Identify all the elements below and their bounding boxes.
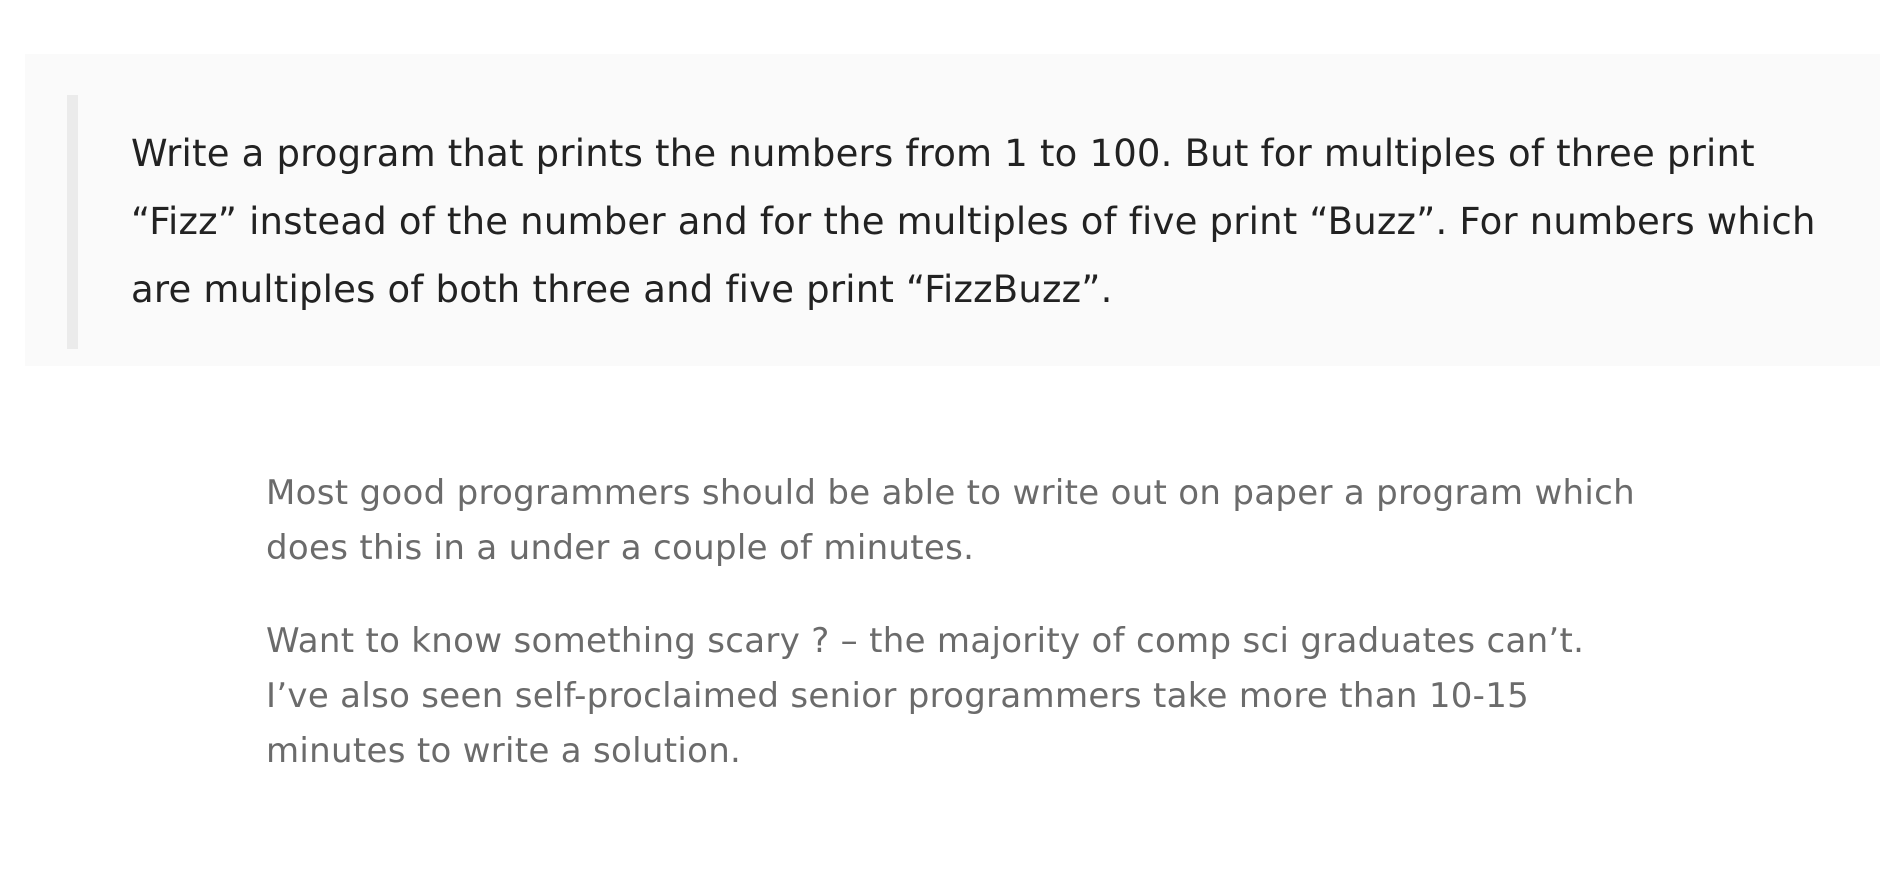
blockquote-text: Write a program that prints the numbers … <box>131 132 1816 311</box>
blockquote-bar <box>67 95 78 349</box>
paragraph: Want to know something scary ? – the maj… <box>266 621 1585 771</box>
paragraph: Most good programmers should be able to … <box>266 473 1635 568</box>
blockquote: Write a program that prints the numbers … <box>25 54 1880 366</box>
